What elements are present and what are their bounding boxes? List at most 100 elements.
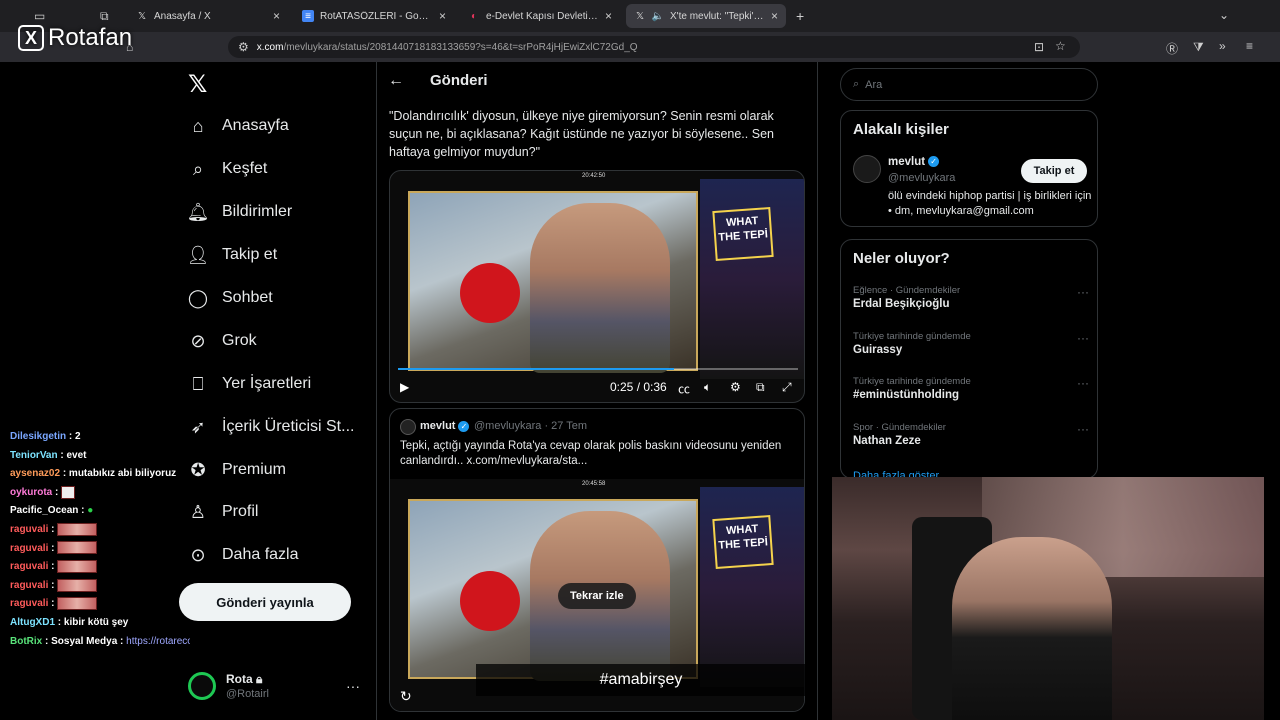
more-dots-icon[interactable]: ··· xyxy=(1077,331,1089,345)
speaker-icon[interactable]: 🔈 xyxy=(652,10,664,22)
more-dots-icon[interactable]: ··· xyxy=(1077,285,1089,299)
person-bio: ölü evindeki hiphop partisi | iş birlikl… xyxy=(888,190,1092,217)
webcam-streamer xyxy=(952,537,1112,720)
replay-button[interactable]: Tekrar izle xyxy=(558,583,636,609)
video-frame xyxy=(408,191,698,373)
tab-overview-icon[interactable]: ⧉ xyxy=(100,9,109,24)
page-title: Gönderi xyxy=(430,72,488,89)
stream-brand-logo: X Rotafan xyxy=(18,24,132,52)
search-input[interactable]: ⌕ Ara xyxy=(840,68,1098,101)
microphone xyxy=(460,571,520,631)
captions-icon[interactable]: ㏄ xyxy=(678,380,690,397)
volume-icon[interactable]: 🔈︎ xyxy=(704,380,711,395)
video-progress-bar[interactable] xyxy=(398,368,798,370)
post-button[interactable]: Gönderi yayınla xyxy=(179,583,351,621)
x-logo-icon: 𝕏 xyxy=(137,10,147,22)
avatar[interactable] xyxy=(853,155,881,183)
site-settings-icon[interactable]: ⚙ xyxy=(238,40,249,54)
emote-icon xyxy=(57,597,98,611)
stream-hashtag-caption: #amabirşey xyxy=(476,664,806,696)
nav-item-bookmarks[interactable]: ⎕ Yer İşaretleri xyxy=(186,372,312,396)
tab-list-chevron-icon[interactable]: ⌄ xyxy=(1219,8,1229,22)
grok-icon: ⊘ xyxy=(190,330,206,351)
tab-anasayfa[interactable]: 𝕏 Anasayfa / X × xyxy=(128,4,288,28)
emote-icon xyxy=(57,560,98,574)
settings-gear-icon[interactable]: ⚙ xyxy=(730,380,741,394)
close-icon[interactable]: × xyxy=(771,9,778,23)
nav-item-premium[interactable]: ✪ Premium xyxy=(186,458,286,482)
chat-line: raguvali : xyxy=(10,540,190,559)
quoted-author-name: mevlut ✓ xyxy=(420,420,470,432)
stream-clock: 20:45:58 xyxy=(582,481,606,487)
browser-tab-bar: ▭ ⧉ 𝕏 Anasayfa / X × ≡ RotATASÖZLERİ - G… xyxy=(0,0,1280,32)
trends-title: Neler oluyor? xyxy=(853,250,950,267)
nav-item-chat[interactable]: ◯ Sohbet xyxy=(186,286,273,310)
nav-item-explore[interactable]: ⌕ Keşfet xyxy=(186,157,267,181)
verified-badge-icon: ✓ xyxy=(458,420,470,432)
emote-icon xyxy=(57,578,98,592)
emote-icon xyxy=(57,541,98,555)
post-video[interactable]: 20:42:50 WHAT THE TEPİ ▶ 0:25 / 0:36 ㏄ 🔈… xyxy=(389,170,805,403)
back-arrow-icon[interactable]: ← xyxy=(388,72,404,90)
chat-line: aysenaz02 : mutabıkız abi biliyoruz xyxy=(10,468,177,480)
nav-item-notifications[interactable]: 🔔︎ Bildirimler xyxy=(186,200,293,224)
follow-button[interactable]: Takip et xyxy=(1021,159,1087,183)
pip-icon[interactable]: ⧉ xyxy=(756,380,765,395)
tab-edevlet[interactable]: ◐ e-Devlet Kapısı Devletin Kısayol × xyxy=(460,4,620,28)
replay-icon[interactable]: ↻ xyxy=(400,688,412,705)
tab-x-post[interactable]: 𝕏 🔈 X'te mevlut: "Tepki'den Rota × xyxy=(626,4,786,28)
video-progress-fill xyxy=(398,368,674,370)
x-home-logo-icon[interactable]: 𝕏 xyxy=(188,70,207,99)
account-name: Rota 🔒︎ xyxy=(226,672,263,686)
edevlet-icon: ◐ xyxy=(470,10,478,22)
chat-line: Dilesikgetin : 2 xyxy=(10,431,81,442)
nav-item-follow[interactable]: 👤︎ Takip et xyxy=(186,243,278,267)
bookmark-icon: ⎕ xyxy=(192,373,204,394)
chat-line: oykurota : xyxy=(10,484,190,503)
trend-item[interactable]: Eğlence · Gündemdekiler Erdal Beşikçioğl… xyxy=(853,285,1089,310)
chat-line: raguvali : xyxy=(10,577,190,596)
nav-item-creator-studio[interactable]: ➶ İçerik Üreticisi St... xyxy=(186,415,354,439)
chat-line: raguvali : xyxy=(10,595,190,614)
account-handle: @Rotairl xyxy=(226,688,269,700)
streamer-figure xyxy=(530,203,670,373)
trend-item[interactable]: Türkiye tarihinde gündemde Guirassy ··· xyxy=(853,331,1089,356)
profile-icon[interactable]: Ⓡ xyxy=(1166,40,1178,57)
nav-item-home[interactable]: ⌂ Anasayfa xyxy=(186,114,289,138)
new-tab-icon[interactable]: + xyxy=(796,8,804,24)
trend-item[interactable]: Spor · Gündemdekiler Nathan Zeze ··· xyxy=(853,422,1089,447)
extensions-icon[interactable]: ⧩ xyxy=(1193,40,1204,55)
sidebar-toggle-icon[interactable]: ▭ xyxy=(34,9,45,23)
close-icon[interactable]: × xyxy=(605,9,612,23)
search-icon: ⌕ xyxy=(853,78,860,90)
nav-item-profile[interactable]: ♙ Profil xyxy=(186,500,259,524)
chat-line: BotRix : Sosyal Medya : https://rotareco… xyxy=(10,633,190,652)
close-icon[interactable]: × xyxy=(439,9,446,23)
post-text: "Dolandırıcılık' diyosun, ülkeye niye gi… xyxy=(389,109,774,159)
play-icon[interactable]: ▶ xyxy=(400,380,409,394)
more-dots-icon[interactable]: ··· xyxy=(1077,376,1089,390)
chat-line: raguvali : xyxy=(10,558,190,577)
more-tools-icon[interactable]: » xyxy=(1219,39,1226,53)
nav-item-grok[interactable]: ⊘ Grok xyxy=(186,329,256,353)
relevant-people-title: Alakalı kişiler xyxy=(853,121,949,138)
tab-google-docs[interactable]: ≡ RotATASÖZLERİ - Google Doküm × xyxy=(294,4,454,28)
more-dots-icon[interactable]: ··· xyxy=(1077,422,1089,436)
nav-item-more[interactable]: ⊙ Daha fazla xyxy=(186,543,298,567)
trend-item[interactable]: Türkiye tarihinde gündemde #eminüstünhol… xyxy=(853,376,1089,401)
chat-link[interactable]: https://rotarecords.com xyxy=(126,636,190,647)
account-switcher[interactable]: Rota 🔒︎ @Rotairl ··· xyxy=(188,670,363,706)
fullscreen-icon[interactable]: ⤢ xyxy=(782,380,792,395)
close-icon[interactable]: × xyxy=(273,9,280,23)
person-handle: @mevluykara xyxy=(888,172,956,184)
bookmark-star-icon[interactable]: ☆ xyxy=(1055,39,1066,53)
stream-side-panel: WHAT THE TEPİ xyxy=(700,487,804,687)
emote-icon xyxy=(61,485,76,499)
install-app-icon[interactable]: ⊡ xyxy=(1034,40,1044,54)
menu-icon[interactable]: ≡ xyxy=(1246,39,1253,53)
more-dots-icon[interactable]: ··· xyxy=(346,678,360,694)
chat-icon: ◯ xyxy=(187,287,209,308)
url-field[interactable]: ⚙ x.com/mevluykara/status/20814407181831… xyxy=(228,36,1080,58)
overlay-title: WHAT THE TEPİ xyxy=(712,207,774,261)
person-name[interactable]: mevlut ✓ xyxy=(888,156,940,168)
